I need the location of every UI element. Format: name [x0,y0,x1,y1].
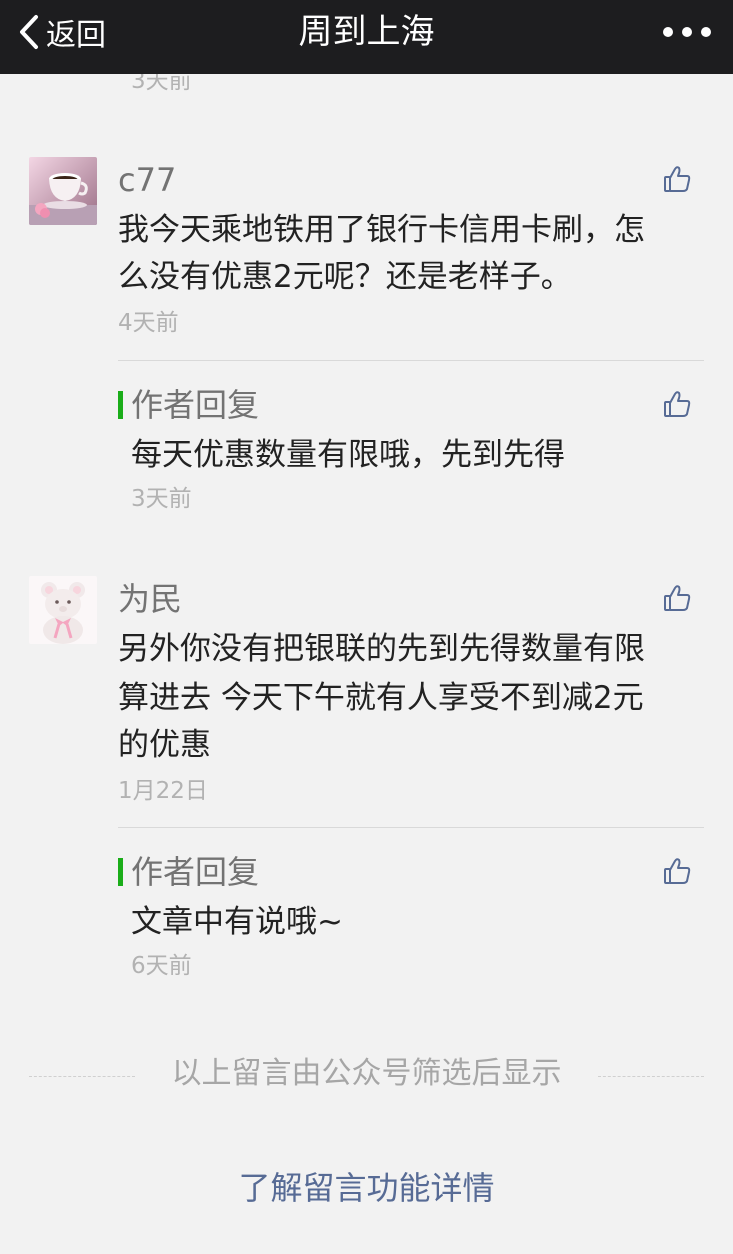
more-dot [663,27,673,37]
like-icon[interactable] [662,164,692,194]
reply-accent-bar [118,391,123,419]
teddy-bear-avatar-icon [29,576,97,644]
comment-text-line: 的优惠 [118,727,211,763]
comment-text-line: 我今天乘地铁用了银行卡信用卡刷，怎 [118,212,645,248]
reply-accent-bar [118,858,123,886]
avatar[interactable] [29,157,97,225]
comment-nickname: c77 [118,161,177,199]
chevron-left-icon [20,15,38,49]
footer-divider-left [29,1076,135,1077]
comment-text-line: 另外你没有把银联的先到先得数量有限 [118,631,645,667]
comment-nickname: 为民 [118,580,183,618]
coffee-cup-avatar-icon [29,157,97,225]
more-button[interactable] [663,22,711,42]
divider [118,360,704,361]
page-title: 周到上海 [298,12,435,52]
footer-divider-right [598,1076,704,1077]
reply-time: 6天前 [131,953,192,979]
comment-text-line: 么没有优惠2元呢？还是老样子。 [118,259,572,295]
more-dot [701,27,711,37]
back-label: 返回 [46,18,106,53]
learn-more-link[interactable]: 了解留言功能详情 [0,1166,733,1210]
reply-time: 3天前 [131,486,192,512]
author-reply-text: 文章中有说哦~ [131,904,343,940]
like-icon[interactable] [662,389,692,419]
more-dot [682,27,692,37]
author-reply-label: 作者回复 [131,386,260,424]
footer-note: 以上留言由公众号筛选后显示 [171,1056,562,1091]
author-reply-text: 每天优惠数量有限哦，先到先得 [131,437,565,473]
divider [118,827,704,828]
avatar[interactable] [29,576,97,644]
nav-bar: 返回 周到上海 [0,0,733,74]
comment-time: 4天前 [118,310,179,336]
author-reply-label: 作者回复 [131,853,260,891]
comment-text-line: 算进去 今天下午就有人享受不到减2元 [118,680,644,716]
like-icon[interactable] [662,856,692,886]
comment-list: 3天前 c77 我今天乘地铁用了银行卡信用卡刷，怎 么没有优惠2元呢？还是老样子… [0,0,733,1254]
comment-time: 1月22日 [118,778,208,804]
back-button[interactable]: 返回 [18,12,106,53]
like-icon[interactable] [662,583,692,613]
